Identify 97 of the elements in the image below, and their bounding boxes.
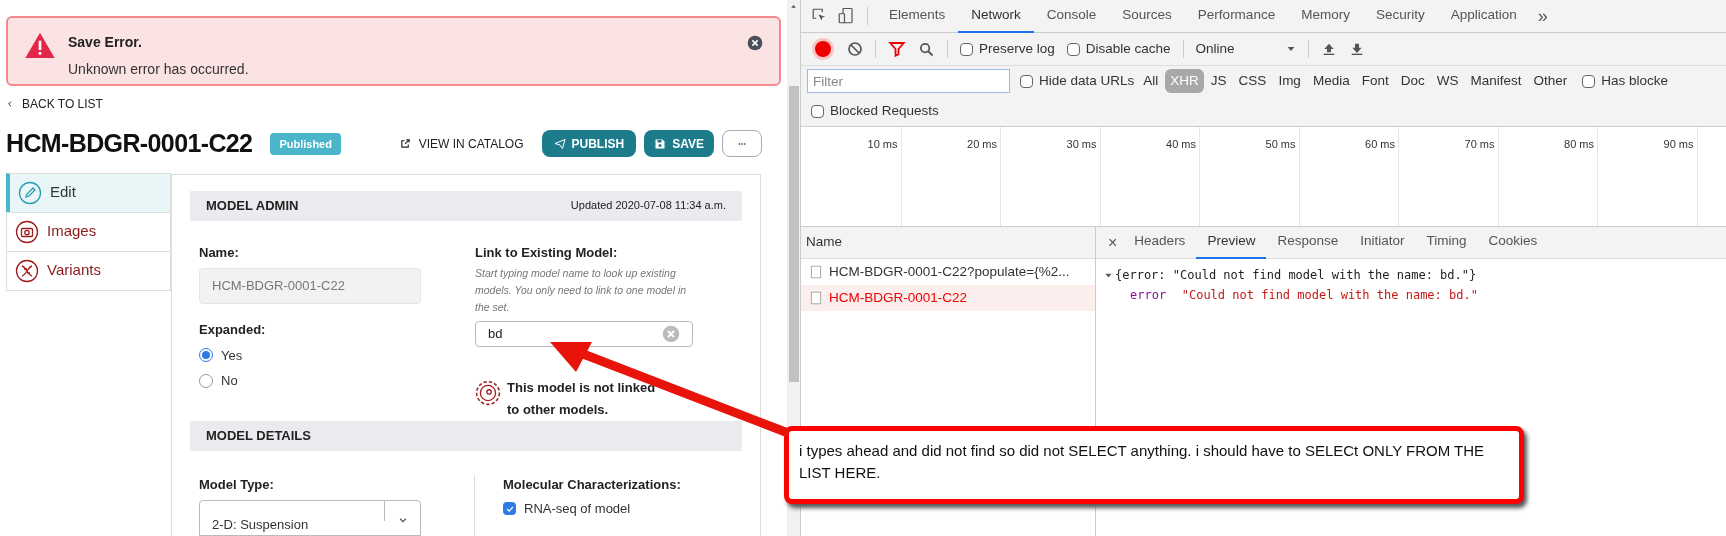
section-title: MODEL DETAILS (206, 426, 311, 445)
chevron-left-icon (6, 100, 14, 108)
checkbox[interactable] (503, 502, 516, 516)
checkbox[interactable] (1020, 74, 1033, 88)
checkbox[interactable] (811, 104, 824, 118)
type-filter[interactable]: Manifest (1465, 68, 1527, 94)
radio-option[interactable]: No (199, 371, 238, 391)
tick-label: 20 ms (967, 137, 997, 152)
tick-label: 60 ms (1365, 137, 1395, 152)
tick-label: 70 ms (1464, 137, 1495, 152)
external-link-icon (399, 138, 411, 150)
camera-icon (15, 219, 39, 244)
close-icon[interactable] (747, 35, 763, 51)
scroll-up-icon[interactable] (790, 3, 797, 10)
field-label: Molecular Characterizations: (503, 475, 681, 494)
devtools-tab[interactable]: Application (1437, 0, 1530, 33)
field-label: Expanded: (199, 321, 267, 339)
filter-icon[interactable] (888, 40, 906, 58)
devtools-tab[interactable]: Elements (876, 0, 959, 33)
field-label: Model Type: (199, 475, 275, 494)
checkbox-option[interactable]: Preserve log (960, 38, 1055, 60)
name-field: HCM-BDGR-0001-C22 (199, 268, 421, 304)
checkbox-option[interactable]: Disable cache (1066, 38, 1171, 60)
side-tab[interactable]: Images (6, 211, 171, 252)
page-title: HCM-BDGR-0001-C22 (6, 128, 253, 159)
checkbox-option[interactable]: Has blocke (1582, 70, 1669, 92)
type-filter[interactable]: Doc (1395, 68, 1430, 94)
side-tab[interactable]: Edit (6, 172, 171, 213)
detail-tab[interactable]: Response (1266, 226, 1350, 259)
tick-label: 50 ms (1265, 137, 1296, 152)
field-label: Name: (199, 243, 240, 262)
type-filter[interactable]: Img (1273, 68, 1306, 94)
column-header: Name (801, 227, 1095, 259)
type-filter[interactable]: CSS (1233, 68, 1272, 94)
checkbox-option[interactable]: RNA-seq of model (503, 499, 631, 519)
type-filter[interactable]: Other (1528, 68, 1573, 94)
json-key: error (1130, 285, 1167, 305)
devtools-tab[interactable]: Security (1362, 0, 1438, 33)
alert-message: Unknown error has occurred. (68, 60, 250, 79)
side-tab[interactable]: Variants (6, 250, 171, 291)
clear-icon[interactable] (847, 41, 863, 57)
checkbox[interactable] (1582, 74, 1596, 88)
checkbox-option[interactable]: Hide data URLs (1020, 70, 1135, 92)
publish-button[interactable]: PUBLISH (541, 130, 637, 158)
updated-text: Updated 2020-07-08 11:34 a.m. (570, 198, 726, 214)
link-status-text: This model is not linked to other models. (507, 378, 657, 419)
status-badge: Published (270, 132, 341, 155)
devtools-tab[interactable]: Console (1033, 0, 1110, 33)
scrollbar-thumb[interactable] (788, 86, 799, 382)
devtools-tab[interactable]: Sources (1109, 0, 1185, 33)
checkbox-option[interactable]: Blocked Requests (811, 100, 939, 122)
type-filter[interactable]: Font (1356, 68, 1394, 94)
tick-label: 30 ms (1066, 137, 1097, 152)
type-filter[interactable]: All (1138, 68, 1164, 94)
type-filter[interactable]: WS (1431, 68, 1464, 94)
detail-tab[interactable]: Preview (1196, 226, 1267, 259)
detail-tab[interactable]: Timing (1415, 226, 1478, 259)
preview-summary: {error: "Could not find model with the name: bd."} (1115, 267, 1477, 284)
record-icon[interactable] (815, 41, 831, 57)
view-in-catalog-link[interactable]: VIEW IN CATALOG (399, 134, 524, 153)
model-type-select[interactable]: 2-D: Suspension (199, 500, 421, 536)
throttle-dropdown[interactable]: Online (1195, 38, 1296, 60)
section-title: MODEL ADMIN (206, 196, 299, 215)
devtools-tab[interactable]: Performance (1184, 0, 1289, 33)
tick-label: 80 ms (1564, 137, 1594, 152)
caret-icon (397, 515, 408, 525)
request-row[interactable]: HCM-BDGR-0001-C22?populate={%2... (801, 259, 1095, 285)
request-row[interactable]: HCM-BDGR-0001-C22 (801, 285, 1095, 311)
filter-field[interactable]: Filter (807, 69, 1010, 93)
type-filter[interactable]: Media (1307, 68, 1355, 94)
tick-label: 90 ms (1663, 137, 1694, 152)
device-toggle-icon[interactable] (837, 7, 855, 25)
detail-tab[interactable]: Headers (1123, 226, 1197, 259)
pencil-icon (18, 180, 42, 205)
back-link[interactable]: BACK TO LIST (6, 95, 103, 113)
tick-label: 10 ms (867, 137, 898, 152)
close-button[interactable]: × (1102, 230, 1124, 255)
paper-plane-icon (553, 137, 566, 150)
hint-text: Start typing model name to look up existing models. You only need to link to one model in the set. (475, 266, 688, 315)
json-value: "Could not find model with the name: bd." (1181, 287, 1478, 304)
radio-option[interactable]: Yes (199, 345, 243, 365)
tick-label: 40 ms (1166, 137, 1196, 152)
detail-tab[interactable]: Initiator (1349, 226, 1416, 259)
file-icon (809, 290, 823, 306)
alert-title: Save Error. (68, 33, 143, 52)
detail-tab[interactable]: Cookies (1477, 226, 1549, 259)
file-icon (809, 264, 823, 280)
type-filter[interactable]: JS (1205, 68, 1232, 94)
more-tabs-button[interactable]: » (1529, 2, 1556, 30)
save-button[interactable]: SAVE (644, 130, 714, 158)
search-icon[interactable] (918, 40, 935, 58)
cell-icon (475, 379, 501, 406)
checkbox[interactable] (960, 42, 973, 56)
callout-box: i types ahead and did not find so did not SELECT anything. i should have to SELECt ONLY FROM THE LIST HERE. (784, 426, 1524, 504)
devtools-tab[interactable]: Memory (1288, 0, 1363, 33)
checkbox[interactable] (1066, 42, 1080, 56)
field-label: Link to Existing Model: (475, 243, 619, 262)
